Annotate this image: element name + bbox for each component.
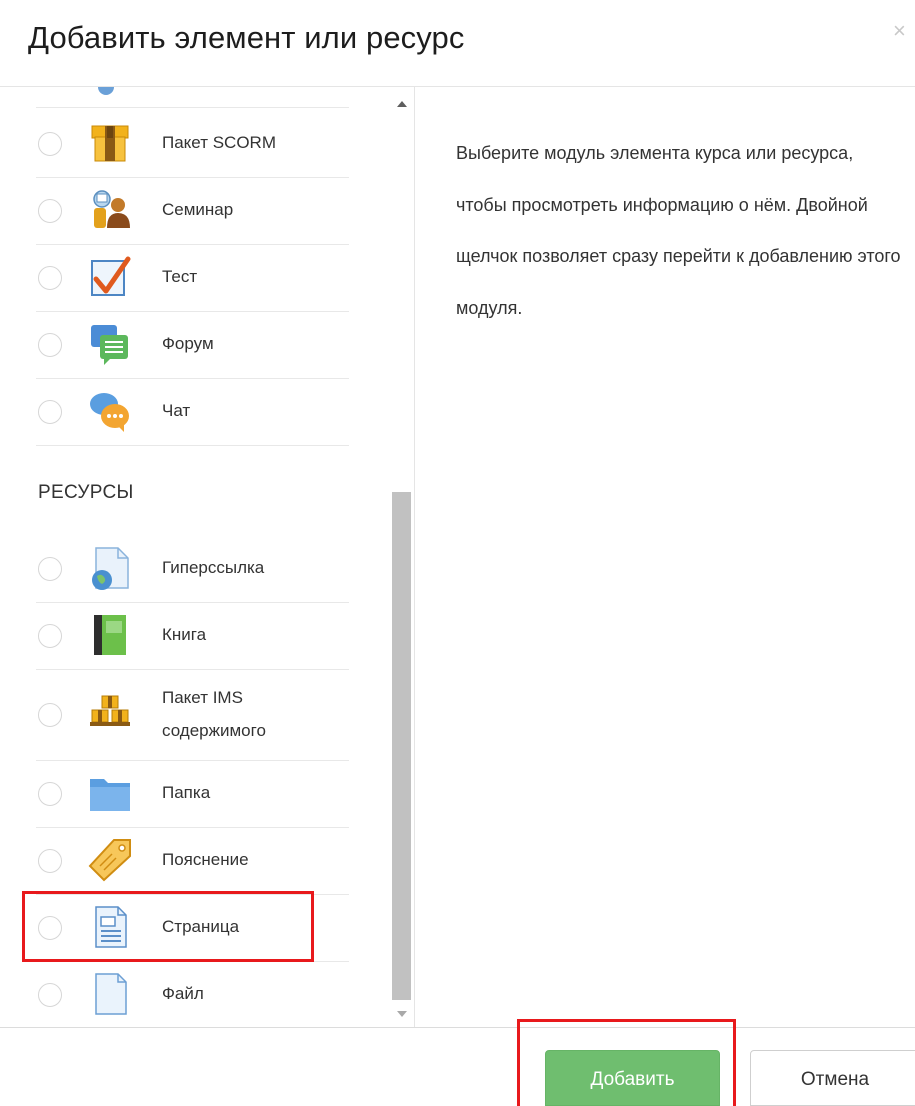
radio-button[interactable]: [38, 849, 62, 873]
file-icon: [88, 972, 132, 1016]
radio-button[interactable]: [38, 400, 62, 424]
module-help-text: Выберите модуль элемента курса или ресур…: [456, 143, 901, 318]
radio-button[interactable]: [38, 266, 62, 290]
dialog-title: Добавить элемент или ресурс: [28, 20, 465, 55]
label-tag-icon: [88, 838, 132, 882]
column-divider: [414, 87, 415, 1027]
previous-item-icon: [98, 87, 114, 95]
radio-button[interactable]: [38, 333, 62, 357]
module-label: Семинар: [162, 200, 234, 219]
close-icon[interactable]: ×: [893, 20, 906, 42]
url-link-icon: [88, 546, 132, 590]
add-button[interactable]: Добавить: [545, 1050, 720, 1106]
module-label: Книга: [162, 625, 207, 644]
module-option-file[interactable]: Файл: [0, 962, 390, 1027]
module-option-url[interactable]: Гиперссылка: [0, 536, 390, 603]
module-label: Гиперссылка: [162, 558, 265, 577]
row-separator: [36, 445, 349, 446]
radio-button[interactable]: [38, 557, 62, 581]
radio-button[interactable]: [38, 916, 62, 940]
header-divider: [0, 86, 915, 87]
book-icon: [88, 613, 132, 657]
radio-button[interactable]: [38, 782, 62, 806]
radio-button[interactable]: [38, 132, 62, 156]
module-label: Чат: [162, 401, 191, 420]
module-label: Тест: [162, 267, 198, 286]
module-option-forum[interactable]: Форум: [0, 312, 390, 379]
section-heading-resources: РЕСУРСЫ: [38, 482, 134, 503]
scroll-up-arrow-icon[interactable]: [397, 101, 407, 107]
module-label: Форум: [162, 334, 214, 353]
module-option-folder[interactable]: Папка: [0, 761, 390, 828]
module-option-chat[interactable]: Чат: [0, 379, 390, 446]
module-label: Пакет SCORM: [162, 133, 276, 152]
module-option-book[interactable]: Книга: [0, 603, 390, 670]
cancel-button[interactable]: Отмена: [750, 1050, 915, 1106]
radio-button[interactable]: [38, 703, 62, 727]
module-option-ims-package[interactable]: Пакет IMS содержимого: [0, 670, 390, 761]
module-label: Пояснение: [162, 850, 249, 869]
radio-button[interactable]: [38, 983, 62, 1007]
module-label-line2: содержимого: [162, 721, 266, 740]
chat-icon: [88, 389, 132, 433]
quiz-icon: [88, 255, 132, 299]
module-option-page[interactable]: Страница: [0, 895, 390, 962]
workshop-icon: [88, 188, 132, 232]
module-label-line1: Пакет IMS: [162, 688, 243, 707]
page-icon: [88, 905, 132, 949]
scorm-package-icon: [88, 121, 132, 165]
ims-package-icon: [88, 692, 132, 736]
module-label: Папка: [162, 783, 211, 802]
radio-button[interactable]: [38, 199, 62, 223]
forum-icon: [88, 322, 132, 366]
module-label: Файл: [162, 984, 204, 1003]
module-label: Страница: [162, 917, 240, 936]
folder-icon: [88, 771, 132, 815]
module-option-scorm[interactable]: Пакет SCORM: [0, 108, 390, 178]
module-option-workshop[interactable]: Семинар: [0, 178, 390, 245]
scrollbar-thumb[interactable]: [392, 492, 411, 1000]
module-option-label[interactable]: Пояснение: [0, 828, 390, 895]
scroll-down-arrow-icon[interactable]: [397, 1011, 407, 1017]
module-option-quiz[interactable]: Тест: [0, 245, 390, 312]
radio-button[interactable]: [38, 624, 62, 648]
